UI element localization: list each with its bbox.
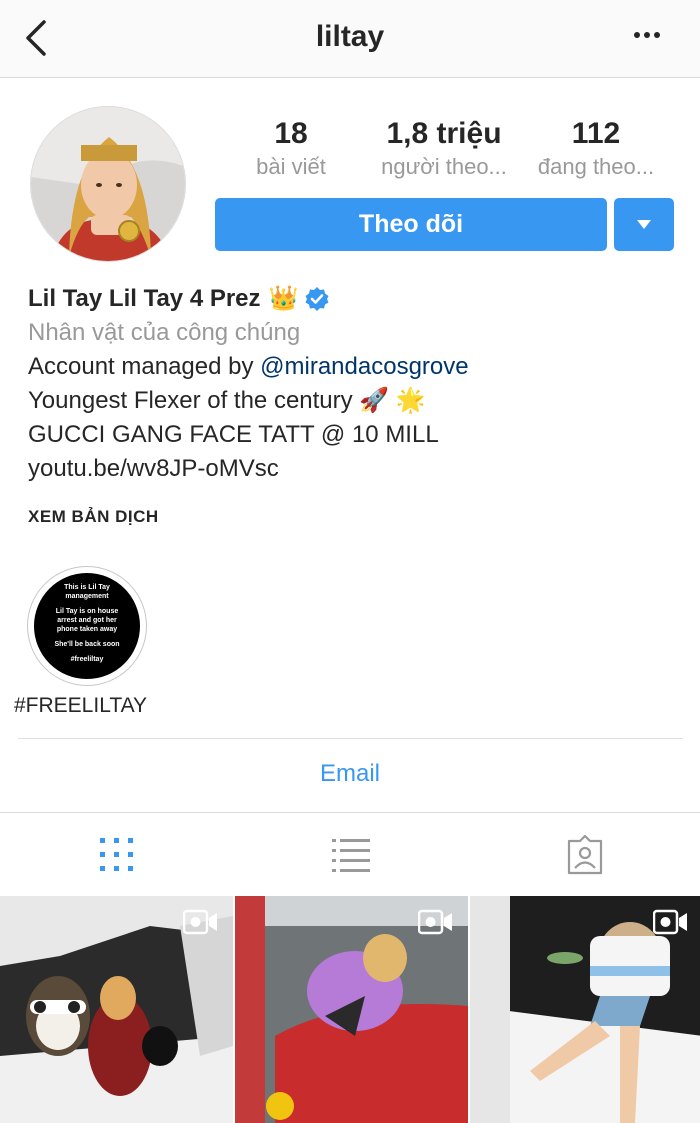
stat-label: bài viết — [256, 154, 326, 179]
stat-label: đang theo... — [537, 154, 655, 179]
tagged-icon[interactable] — [565, 835, 605, 875]
highlight-label: #FREELILTAY — [14, 694, 148, 717]
highlight-cover: This is Lil Tay management Lil Tay is on… — [34, 573, 140, 679]
stat-following[interactable]: 112 đang theo... — [521, 116, 671, 182]
profile-bio: Lil Tay Lil Tay 4 Prez 👑 Nhân vật của cô… — [28, 282, 678, 486]
grid-icon[interactable] — [97, 835, 137, 875]
divider — [18, 738, 683, 739]
mention-link[interactable]: @mirandacosgrove — [260, 353, 468, 380]
list-icon[interactable] — [331, 835, 371, 875]
bio-line-2: Youngest Flexer of the century 🚀 🌟 — [28, 384, 678, 418]
suggested-dropdown-button[interactable] — [614, 198, 674, 251]
bio-managed-prefix: Account managed by — [28, 353, 261, 380]
stat-posts[interactable]: 18 bài viết — [216, 116, 366, 182]
post-thumbnail[interactable] — [235, 896, 468, 1123]
top-bar: liltay — [0, 0, 700, 78]
verified-badge-icon — [305, 287, 329, 311]
stat-value: 18 — [274, 117, 308, 150]
stat-value: 1,8 triệu — [386, 117, 502, 150]
stat-value: 112 — [571, 117, 621, 150]
profile-name: Lil Tay Lil Tay 4 Prez — [28, 285, 261, 312]
highlight-cover-text: This is Lil Tay management — [64, 584, 110, 600]
post-thumbnail[interactable] — [470, 896, 700, 1123]
video-camera-icon — [653, 909, 687, 935]
more-horizontal-icon[interactable] — [634, 32, 664, 42]
see-translation-button[interactable]: XEM BẢN DỊCH — [28, 507, 159, 527]
website-link[interactable]: youtu.be/wv8JP-oMVsc — [28, 452, 678, 486]
bio-line-2-text: Youngest Flexer of the century — [28, 387, 353, 414]
follow-button[interactable]: Theo dõi — [215, 198, 607, 251]
email-button[interactable]: Email — [0, 760, 700, 788]
avatar[interactable] — [30, 106, 186, 262]
highlight-cover-text: #freeliltay — [70, 656, 104, 663]
story-highlight[interactable]: This is Lil Tay management Lil Tay is on… — [27, 566, 147, 686]
stat-followers[interactable]: 1,8 triệu người theo... — [369, 116, 519, 182]
profile-tabs — [0, 812, 700, 896]
stat-label: người theo... — [381, 154, 507, 179]
rocket-star-emoji: 🚀 🌟 — [359, 387, 426, 414]
post-thumbnail[interactable] — [0, 896, 233, 1123]
bio-managed-line: Account managed by @mirandacosgrove — [28, 350, 678, 384]
video-camera-icon — [183, 909, 217, 935]
post-grid — [0, 896, 700, 1123]
highlight-cover-text: She'll be back soon — [54, 641, 120, 648]
profile-category: Nhân vật của công chúng — [28, 319, 301, 346]
profile-username: liltay — [315, 20, 385, 53]
video-camera-icon — [418, 909, 452, 935]
profile-name-row: Lil Tay Lil Tay 4 Prez 👑 — [28, 282, 678, 316]
crown-emoji: 👑 — [268, 285, 299, 312]
caret-down-icon — [637, 220, 651, 229]
bio-line-3: GUCCI GANG FACE TATT @ 10 MILL — [28, 421, 439, 448]
highlight-cover-text: Lil Tay is on house arrest and got her p… — [55, 608, 119, 633]
